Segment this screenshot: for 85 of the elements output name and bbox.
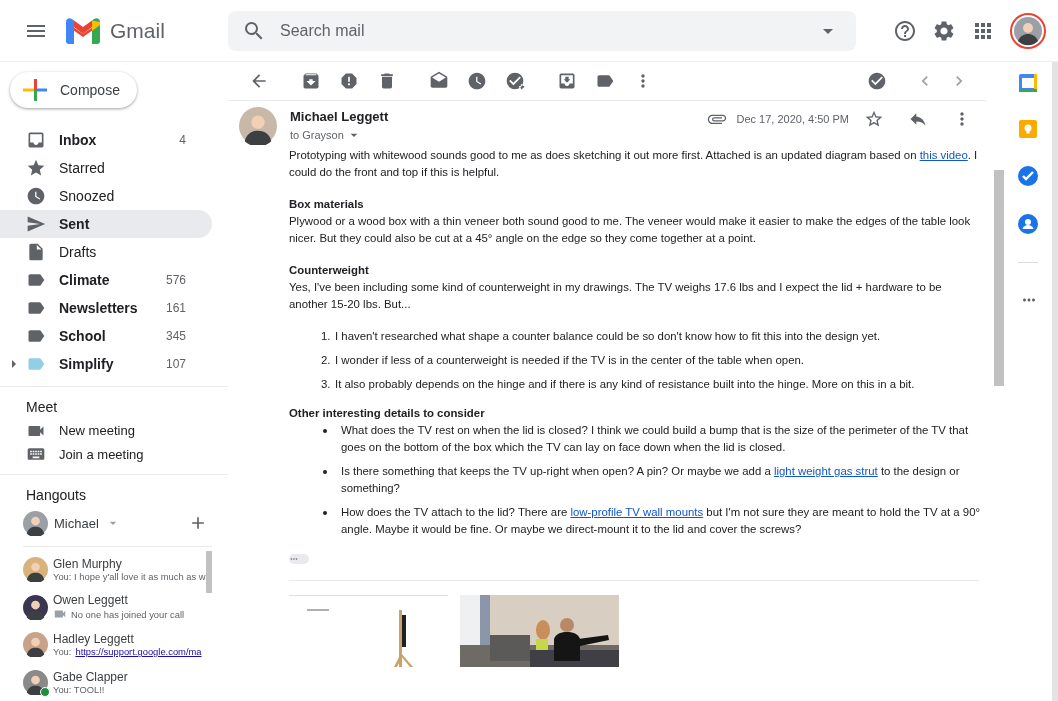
meet-item[interactable]: New meeting [0, 419, 228, 443]
plus-icon [22, 77, 48, 103]
star-icon [26, 158, 46, 178]
link[interactable]: https://support.google.com/ma [75, 646, 202, 658]
caret-icon[interactable] [12, 360, 16, 368]
envelope-logo-icon[interactable] [66, 17, 100, 44]
user-avatar [23, 511, 48, 536]
folder-item[interactable]: Climate 576 [0, 266, 212, 294]
unread-count: 345 [165, 329, 186, 343]
scrollbar[interactable] [206, 551, 212, 593]
folder-item[interactable]: Inbox 4 [0, 126, 212, 154]
list-number: 1. [321, 329, 332, 344]
message-preview: You: TOOL!! [53, 683, 105, 695]
send-icon [26, 214, 46, 234]
folder-item[interactable]: Snoozed [0, 182, 212, 210]
list-item: I haven't researched what shape a counter balance could be so don't know how to fit this into the design yet. [335, 329, 881, 344]
document-icon [26, 242, 46, 262]
app-name: Gmail [110, 18, 165, 43]
meet-item[interactable]: Join a meeting [0, 442, 228, 466]
settings-icon[interactable] [932, 18, 956, 43]
folder-item[interactable]: School 345 [0, 322, 212, 350]
unread-count: 107 [165, 357, 186, 371]
section-heading: Box materials [289, 197, 365, 212]
inbox-icon [26, 130, 46, 150]
list-item: I wonder if less of a counterweight is needed if the TV is in the center of the table when open. [335, 353, 804, 368]
search-field[interactable]: Search mail [278, 20, 804, 41]
scrollbar[interactable] [994, 170, 1004, 386]
unread-count: 4 [179, 133, 186, 147]
email-paragraph: Yes, I've been including some kind of counterweight in my drawings. The TV weighs 17.6 lbs and I expect the lid + hardware to be another 15-20 lbs. But... [289, 280, 943, 312]
folder-item[interactable]: Newsletters 161 [0, 294, 212, 322]
person-icon[interactable] [1018, 214, 1038, 234]
contact-name[interactable]: Glen Murphy [53, 557, 122, 572]
avatar [23, 632, 48, 658]
list-item: It also probably depends on the hinge and if there is any kind of resistance built into the hinge. More on this in a bit. [335, 377, 915, 392]
link[interactable]: this video [919, 149, 968, 161]
list-item: What does the TV rest on when the lid is closed? I think we could build a bump that is the size of the perimeter of the TV that goes on the bottom of the box which the TV can lay on face down when the lid is closed. [341, 423, 970, 455]
folder-item[interactable]: Simplify 107 [0, 350, 212, 378]
email-paragraph: Prototyping with whitewood sounds good to me as does sketching it out more first. Attached is an updated diagram based on this video. I could do the front and top if this is helpful. [289, 148, 979, 180]
folder-item[interactable]: Starred [0, 154, 212, 182]
link[interactable]: low-profile TV wall mounts [570, 506, 704, 518]
message-preview: You: https://support.google.com/ma [53, 646, 202, 658]
calendar-icon[interactable] [1019, 74, 1037, 92]
contact-name[interactable]: Hadley Leggett [53, 632, 134, 647]
contact-name[interactable]: Owen Leggett [53, 593, 128, 608]
message-preview: No one has joined your call [71, 608, 185, 620]
account-avatar[interactable] [1010, 12, 1046, 49]
clock-icon[interactable] [467, 71, 487, 91]
list-item: Is there something that keeps the TV up-right when open? A pin? Or maybe we add a light weight gas strut to the design or something? [341, 464, 961, 496]
message-preview: You: I hope y'all love it as much as w [53, 571, 206, 583]
star-icon[interactable] [864, 109, 884, 129]
avatar [23, 557, 48, 583]
recipient-text: to Grayson [290, 129, 344, 141]
clock-icon [26, 186, 46, 206]
compose-button[interactable]: Compose [10, 72, 137, 108]
email-paragraph: Plywood or a wood box with a thin veneer both sound good to me. The veneer would make it easier to make the edges of the table look nicer. But they could also be cut at a 45° angle on the edge so they come together at a point. [289, 214, 972, 246]
section-title: Meet [25, 398, 59, 417]
bullet-icon [323, 511, 327, 515]
folder-item[interactable]: Sent [0, 210, 212, 238]
avatar [23, 594, 48, 620]
report-icon[interactable] [339, 71, 359, 91]
archive-icon[interactable] [301, 71, 321, 91]
section-heading: Other interesting details to consider [289, 406, 486, 421]
avatar [23, 669, 48, 695]
bullet-icon [323, 429, 327, 433]
section-heading: Counterweight [289, 263, 370, 278]
sender-name: Michael Leggett [290, 109, 389, 124]
bullet-icon [323, 470, 327, 474]
tray-icon[interactable] [557, 71, 577, 91]
search-bar[interactable]: Search mail [228, 10, 856, 51]
email-date: Dec 17, 2020, 4:50 PM [736, 113, 849, 125]
folder-item[interactable]: Drafts [0, 238, 212, 266]
list-item: How does the TV attach to the lid? There are low-profile TV wall mounts but I'm not sure they are meant to hold the TV at a 90° angle. Maybe it would be fine. Or maybe we direct-mount it to the lid and cover the screws? [341, 505, 981, 537]
add-task-icon[interactable] [505, 71, 525, 91]
unread-count: 576 [165, 273, 186, 287]
user-name[interactable]: Michael [54, 516, 99, 531]
link[interactable]: light weight gas strut [773, 465, 878, 477]
list-number: 3. [321, 377, 332, 392]
list-number: 2. [321, 353, 332, 368]
sender-avatar [239, 107, 277, 145]
open-envelope-icon[interactable] [429, 71, 449, 91]
help-icon[interactable] [893, 18, 917, 43]
unread-count: 161 [165, 301, 186, 315]
check-circle-icon[interactable] [1018, 166, 1038, 186]
contact-name[interactable]: Gabe Clapper [53, 669, 128, 684]
section-title: Hangouts [25, 485, 87, 505]
